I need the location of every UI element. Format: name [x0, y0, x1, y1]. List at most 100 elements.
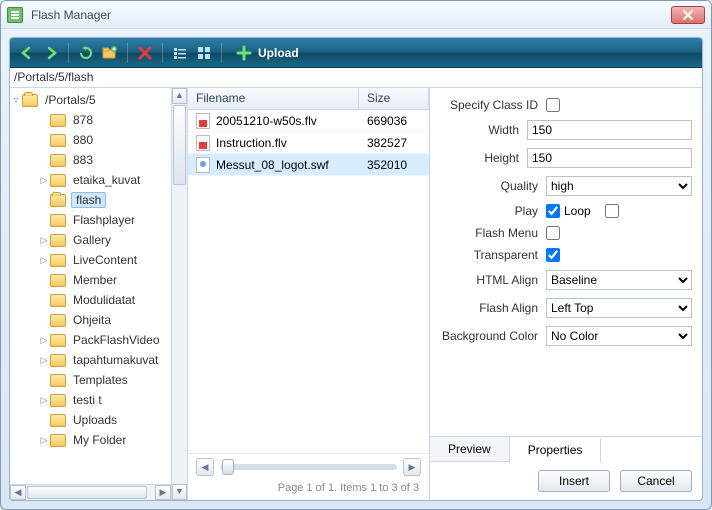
folder-icon: [22, 94, 38, 107]
close-button[interactable]: [671, 6, 705, 24]
toolbar-separator: [68, 43, 69, 63]
file-size: 382527: [359, 136, 429, 150]
tree-node[interactable]: ▷PackFlashVideo: [10, 330, 171, 350]
scroll-track[interactable]: [148, 485, 155, 500]
cancel-button[interactable]: Cancel: [620, 470, 692, 492]
expand-icon[interactable]: ▷: [38, 435, 50, 446]
dialog-body: Upload /Portals/5/flash ▿/Portals/587888…: [9, 37, 703, 501]
file-list-status: Page 1 of 1. Items 1 to 3 of 3: [188, 480, 429, 500]
slider-prev-button[interactable]: ◀: [196, 458, 214, 476]
expand-icon[interactable]: ▷: [38, 175, 50, 186]
new-folder-button[interactable]: [99, 42, 121, 64]
thumbnail-size-slider[interactable]: [220, 464, 397, 470]
scroll-left-button[interactable]: ◀: [10, 485, 26, 500]
expand-icon[interactable]: ▷: [38, 255, 50, 266]
expand-icon[interactable]: ▷: [38, 355, 50, 366]
label-height: Height: [434, 151, 527, 165]
folder-icon: [50, 334, 66, 347]
tree-node[interactable]: Flashplayer: [10, 210, 171, 230]
expand-icon[interactable]: ▷: [38, 335, 50, 346]
tree-node[interactable]: 883: [10, 150, 171, 170]
column-filename[interactable]: Filename: [188, 88, 359, 109]
tree-node[interactable]: ▷Gallery: [10, 230, 171, 250]
content: ▿/Portals/5878880 883 ▷etaika_kuvatflash Fl…: [10, 88, 702, 500]
checkbox-flashmenu[interactable]: [546, 226, 560, 240]
tree-node[interactable]: ▷My Folder: [10, 430, 171, 450]
slider-knob[interactable]: [222, 459, 234, 475]
tree-node[interactable]: ▷tapahtumakuvat: [10, 350, 171, 370]
file-name: 20051210-w50s.flv: [216, 114, 317, 128]
tree-node[interactable]: ▷ LiveContent: [10, 250, 171, 270]
tree-root[interactable]: ▿/Portals/5: [10, 90, 171, 110]
folder-icon: [50, 274, 66, 287]
tree-node-label: Modulidatat: [71, 293, 137, 307]
slider-next-button[interactable]: ▶: [403, 458, 421, 476]
tree-node[interactable]: ▷etaika_kuvat: [10, 170, 171, 190]
refresh-icon: [78, 45, 94, 61]
checkbox-classid[interactable]: [546, 98, 560, 112]
tree-node[interactable]: 878: [10, 110, 171, 130]
file-row[interactable]: Instruction.flv382527: [188, 132, 429, 154]
scroll-down-button[interactable]: ▼: [172, 484, 187, 500]
tree-node[interactable]: Ohjeita: [10, 310, 171, 330]
collapse-icon[interactable]: ▿: [10, 95, 22, 106]
scroll-right-button[interactable]: ▶: [155, 485, 171, 500]
tree-node[interactable]: Member: [10, 270, 171, 290]
properties-panel: Specify Class ID Width Height Quality hi…: [430, 88, 702, 500]
refresh-button[interactable]: [75, 42, 97, 64]
file-name: Messut_08_logot.swf: [216, 158, 329, 172]
scroll-thumb[interactable]: [173, 105, 186, 185]
folder-icon: [50, 414, 66, 427]
label-flashmenu: Flash Menu: [434, 226, 546, 240]
titlebar: Flash Manager: [1, 1, 711, 29]
folder-tree[interactable]: ▿/Portals/5878880 883 ▷etaika_kuvatflash Fl…: [10, 88, 171, 500]
checkbox-loop[interactable]: [605, 204, 619, 218]
tree-node[interactable]: Templates: [10, 370, 171, 390]
select-htmlalign[interactable]: Baseline: [546, 270, 692, 290]
new-folder-icon: [102, 45, 118, 61]
input-width[interactable]: [527, 120, 692, 140]
tree-hscrollbar[interactable]: ◀ ▶: [10, 484, 171, 500]
tab-properties[interactable]: Properties: [509, 438, 602, 463]
insert-button[interactable]: Insert: [538, 470, 610, 492]
file-size: 669036: [359, 114, 429, 128]
tree-node[interactable]: 880: [10, 130, 171, 150]
column-size[interactable]: Size: [359, 88, 429, 109]
view-grid-button[interactable]: [193, 42, 215, 64]
tree-node[interactable]: ▷testi t: [10, 390, 171, 410]
file-row[interactable]: 20051210-w50s.flv 669036: [188, 110, 429, 132]
file-row[interactable]: Messut_08_logot.swf352010: [188, 154, 429, 176]
scroll-up-button[interactable]: ▲: [172, 88, 187, 104]
delete-button[interactable]: [134, 42, 156, 64]
upload-button[interactable]: Upload: [228, 42, 307, 64]
toolbar: Upload: [10, 38, 702, 68]
tree-node[interactable]: Modulidatat: [10, 290, 171, 310]
select-bgcolor[interactable]: No Color: [546, 326, 692, 346]
folder-icon: [50, 114, 66, 127]
plus-icon: [236, 45, 252, 61]
nav-back-button[interactable]: [16, 42, 38, 64]
expand-icon[interactable]: ▷: [38, 395, 50, 406]
tree-node-label: 883: [71, 153, 95, 167]
nav-forward-button[interactable]: [40, 42, 62, 64]
tree-node-label: Flashplayer: [71, 213, 137, 227]
tree-node[interactable]: flash: [10, 190, 171, 210]
select-quality[interactable]: high: [546, 176, 692, 196]
tree-node-label: LiveContent: [71, 253, 139, 267]
expand-icon[interactable]: ▷: [38, 235, 50, 246]
scroll-track[interactable]: [172, 186, 187, 484]
checkbox-play[interactable]: [546, 204, 560, 218]
view-list-button[interactable]: [169, 42, 191, 64]
file-list-rows: 20051210-w50s.flv 669036 Instruction.flv38…: [188, 110, 429, 453]
tree-node[interactable]: Uploads: [10, 410, 171, 430]
checkbox-transparent[interactable]: [546, 248, 560, 262]
label-quality: Quality: [434, 179, 546, 193]
input-height[interactable]: [527, 148, 692, 168]
swf-file-icon: [196, 157, 210, 173]
select-flashalign[interactable]: Left Top: [546, 298, 692, 318]
tab-preview[interactable]: Preview: [429, 437, 510, 462]
dialog-buttons: Insert Cancel: [430, 462, 702, 500]
path-bar: /Portals/5/flash: [10, 68, 702, 88]
scroll-thumb[interactable]: [27, 486, 147, 499]
tree-vscrollbar[interactable]: ▲ ▼: [171, 88, 187, 500]
